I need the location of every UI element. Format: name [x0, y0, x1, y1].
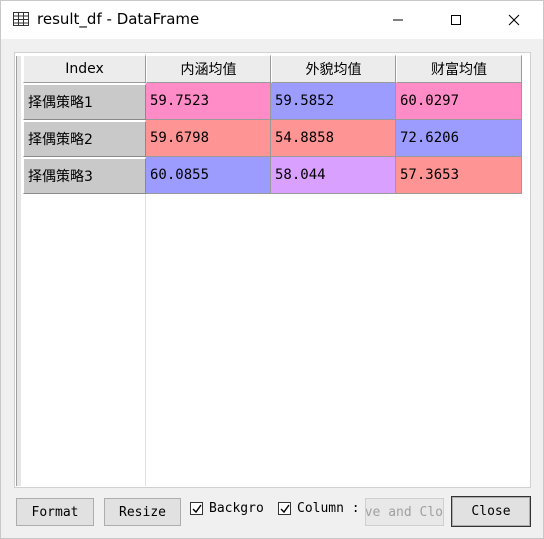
column-header[interactable]: 内涵均值 [146, 55, 271, 83]
table-cell[interactable]: 60.0855 [146, 157, 271, 194]
index-header[interactable]: Index [23, 55, 146, 83]
table-icon [13, 12, 29, 26]
dataframe-window: result_df - DataFrame Index 内涵均值 外貌均值 财富… [0, 0, 544, 539]
row-header-gutter [16, 56, 21, 486]
background-checkbox-label: Backgro [209, 501, 264, 516]
window-title: result_df - DataFrame [37, 10, 200, 28]
background-checkbox[interactable]: Backgro [190, 501, 270, 516]
checkbox-box[interactable] [190, 502, 203, 515]
maximize-icon [451, 15, 461, 25]
minimize-icon [393, 19, 403, 21]
table-cell[interactable]: 59.6798 [146, 120, 271, 157]
minimize-button[interactable] [375, 1, 421, 39]
format-button[interactable]: Format [16, 498, 94, 526]
column-header[interactable]: 外貌均值 [271, 55, 396, 83]
title-bar[interactable]: result_df - DataFrame [1, 1, 543, 39]
table-cell[interactable]: 72.6206 [396, 120, 522, 157]
table-cell[interactable]: 59.7523 [146, 83, 271, 120]
row-index[interactable]: 择偶策略3 [23, 158, 146, 194]
table-cell[interactable]: 58.044 [271, 157, 396, 194]
close-icon [508, 14, 520, 26]
checkmark-icon [192, 504, 202, 513]
row-index[interactable]: 择偶策略1 [23, 84, 146, 120]
checkbox-box[interactable] [278, 502, 291, 515]
column-checkbox[interactable]: Column : [278, 501, 362, 516]
table-cell[interactable]: 54.8858 [271, 120, 396, 157]
table-cell[interactable]: 59.5852 [271, 83, 396, 120]
checkmark-icon [280, 504, 290, 513]
row-index[interactable]: 择偶策略2 [23, 121, 146, 157]
column-header[interactable]: 财富均值 [396, 55, 522, 83]
close-button[interactable]: Close [451, 496, 531, 527]
table-cell[interactable]: 57.3653 [396, 157, 522, 194]
column-checkbox-label: Column : [297, 501, 360, 516]
save-and-close-button[interactable]: ve and Clo [365, 498, 444, 526]
maximize-button[interactable] [433, 1, 479, 39]
close-window-button[interactable] [491, 1, 537, 39]
resize-button[interactable]: Resize [104, 498, 181, 526]
table-cell[interactable]: 60.0297 [396, 83, 522, 120]
